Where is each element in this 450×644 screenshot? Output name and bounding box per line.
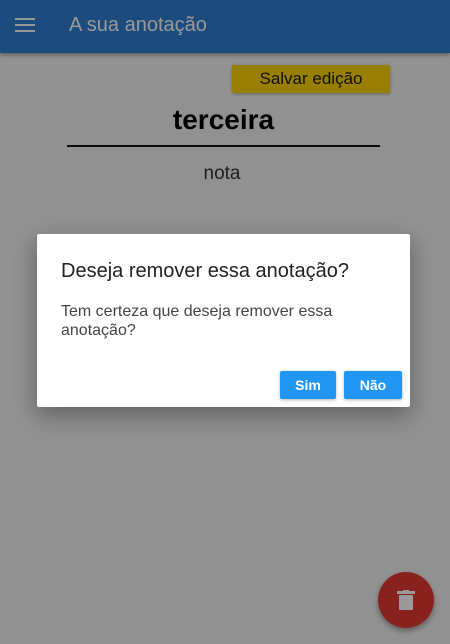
confirm-dialog: Deseja remover essa anotação? Tem certez… <box>37 234 410 407</box>
dialog-message: Tem certeza que deseja remover essa anot… <box>61 303 333 339</box>
screen: A sua anotação Salvar edição terceira no… <box>0 0 450 644</box>
confirm-no-button[interactable]: Não <box>344 371 402 399</box>
confirm-yes-button[interactable]: Sim <box>280 371 336 399</box>
dialog-title: Deseja remover essa anotação? <box>61 260 349 282</box>
